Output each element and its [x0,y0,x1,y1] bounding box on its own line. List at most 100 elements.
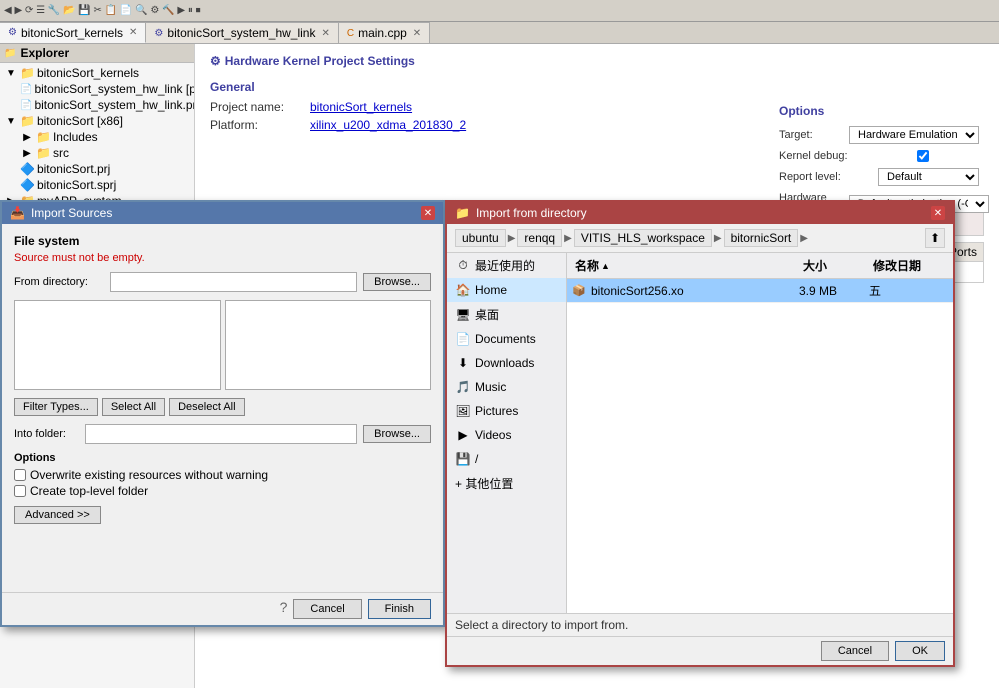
col-size-header[interactable]: 大小 [799,255,869,276]
import-sources-title: Import Sources [31,206,112,220]
project-name-value[interactable]: bitonicSort_kernels [310,100,412,114]
kernel-debug-row: Kernel debug: [779,150,979,162]
col-date-header[interactable]: 修改日期 [869,255,949,276]
browse-button-1[interactable]: Browse... [363,273,431,291]
bookmark-other[interactable]: + 其他位置 [447,471,566,496]
finish-button[interactable]: Finish [368,599,431,619]
breadcrumb-bitornic[interactable]: bitornicSort [724,229,799,247]
tree-bitonicsort-prj[interactable]: 🔷 bitonicSort.prj [0,161,194,177]
bookmark-desktop[interactable]: 🖥 桌面 [447,302,566,327]
import-sources-close-button[interactable]: ✕ [421,206,435,220]
import-dir-cancel-button[interactable]: Cancel [821,641,889,661]
select-all-button[interactable]: Select All [102,398,165,416]
browse-button-2[interactable]: Browse... [363,425,431,443]
file-pane-right[interactable] [225,300,432,390]
expand-icon-src: ▶ [20,148,34,159]
create-toplevel-checkbox[interactable] [14,485,26,497]
report-level-select[interactable]: Default [878,168,979,186]
tab-kernels[interactable]: ⚙ bitonicSort_kernels ✕ [0,22,146,43]
xo-file-icon: 📦 [571,283,587,299]
help-icon[interactable]: ? [280,599,288,619]
tab-hw-link[interactable]: ⚙ bitonicSort_system_hw_link ✕ [146,22,338,43]
music-icon: 🎵 [455,379,471,395]
breadcrumb-arrow-2: ▶ [564,233,572,244]
home-icon: 🏠 [455,282,471,298]
bookmark-downloads-label: Downloads [475,356,534,370]
col-name-header[interactable]: 名称 ▲ [571,255,799,276]
platform-value[interactable]: xilinx_u200_xdma_201830_2 [310,118,466,132]
file-pane-left[interactable] [14,300,221,390]
import-dir-icon: 📁 [455,206,470,220]
report-level-row: Report level: Default [779,168,979,186]
target-select[interactable]: Hardware Emulation [849,126,979,144]
advanced-button[interactable]: Advanced >> [14,506,101,524]
bookmark-videos[interactable]: ▶ Videos [447,423,566,447]
tree-label-bssprj: bitonicSort.sprj [37,178,116,192]
bookmark-root[interactable]: 💾 / [447,447,566,471]
breadcrumb-ubuntu-label: ubuntu [462,231,499,245]
ide-container: ◀ ▶ ⟳ ☰ 🔧 📂 💾 ✂ 📋 📄 🔍 ⚙ 🔨 ▶ ⏸ ⏹ ⚙ bitoni… [0,0,999,688]
into-folder-input[interactable] [85,424,357,444]
import-dir-close-button[interactable]: ✕ [931,206,945,220]
tab-main[interactable]: C main.cpp ✕ [339,22,430,43]
breadcrumb-ubuntu[interactable]: ubuntu [455,229,506,247]
filter-row: Filter Types... Select All Deselect All [14,398,431,416]
bookmark-recent[interactable]: ⏱ 最近使用的 [447,253,566,278]
dir-dialog-footer: Cancel OK [447,636,953,665]
bookmark-home[interactable]: 🏠 Home [447,278,566,302]
tree-hw-link-prj[interactable]: 📄 bitonicSort_system_hw_link.prj [0,97,194,113]
into-folder-row: Into folder: Browse... [14,424,431,444]
tree-hw-link-pl[interactable]: 📄 bitonicSort_system_hw_link [pl] [0,81,194,97]
overwrite-checkbox[interactable] [14,469,26,481]
breadcrumb-bar: ubuntu ▶ renqq ▶ VITIS_HLS_workspace ▶ b… [447,224,953,253]
toolbar: ◀ ▶ ⟳ ☰ 🔧 📂 💾 ✂ 📋 📄 🔍 ⚙ 🔨 ▶ ⏸ ⏹ [0,0,999,22]
tree-label-src: src [53,146,69,160]
tree-bitonicsort-x86[interactable]: ▼ 📁 bitonicSort [x86] [0,113,194,129]
cancel-button[interactable]: Cancel [293,599,361,619]
toolbar-icons: ◀ ▶ ⟳ ☰ 🔧 📂 💾 ✂ 📋 📄 🔍 ⚙ 🔨 ▶ ⏸ ⏹ [4,5,201,16]
tab-main-close[interactable]: ✕ [413,28,421,39]
breadcrumb-renqq[interactable]: renqq [517,229,562,247]
tab-hw-link-icon: ⚙ [154,28,163,39]
filter-types-button[interactable]: Filter Types... [14,398,98,416]
from-dir-label: From directory: [14,276,104,288]
import-sources-icon: 📥 [10,206,25,220]
tab-kernels-close[interactable]: ✕ [129,27,137,38]
tree-includes[interactable]: ▶ 📁 Includes [0,129,194,145]
bookmark-pictures[interactable]: 🖼 Pictures [447,399,566,423]
import-dir-dialog: 📁 Import from directory ✕ ubuntu ▶ renqq… [445,200,955,667]
breadcrumb-workspace[interactable]: VITIS_HLS_workspace [574,229,712,247]
bookmark-downloads[interactable]: ⬇ Downloads [447,351,566,375]
tab-bar: ⚙ bitonicSort_kernels ✕ ⚙ bitonicSort_sy… [0,22,999,44]
downloads-icon: ⬇ [455,355,471,371]
overwrite-row: Overwrite existing resources without war… [14,468,431,482]
import-dir-titlebar: 📁 Import from directory ✕ [447,202,953,224]
tree-bitonicsort-sprj[interactable]: 🔷 bitonicSort.sprj [0,177,194,193]
explorer-icon: 📁 [4,48,16,59]
from-dir-input[interactable] [110,272,357,292]
tab-hw-link-close[interactable]: ✕ [321,28,329,39]
status-text: Select a directory to import from. [455,618,628,632]
folder-icon-x86: 📁 [20,114,35,128]
bookmark-documents[interactable]: 📄 Documents [447,327,566,351]
from-dir-row: From directory: Browse... [14,272,431,292]
tab-kernels-label: bitonicSort_kernels [21,26,123,40]
target-row: Target: Hardware Emulation [779,126,979,144]
folder-icon-kernels: 📁 [20,66,35,80]
create-toplevel-row: Create top-level folder [14,484,431,498]
kernel-debug-checkbox[interactable] [917,150,929,162]
deselect-all-button[interactable]: Deselect All [169,398,244,416]
import-dir-ok-button[interactable]: OK [895,641,945,661]
nav-up-button[interactable]: ⬆ [925,228,945,248]
tree-bitonicsort-kernels[interactable]: ▼ 📁 bitonicSort_kernels [0,65,194,81]
platform-label: Platform: [210,118,310,132]
tree-label-bsprj: bitonicSort.prj [37,162,110,176]
file-browser-header: 名称 ▲ 大小 修改日期 [567,253,953,279]
file-row-xo[interactable]: 📦 bitonicSort256.xo 3.9 MB 五 [567,279,953,303]
expand-icon-includes: ▶ [20,132,34,143]
bookmark-music[interactable]: 🎵 Music [447,375,566,399]
breadcrumb-bitornic-label: bitornicSort [731,231,792,245]
tree-src[interactable]: ▶ 📁 src [0,145,194,161]
tree-label-hwlinkprj: bitonicSort_system_hw_link.prj [34,98,195,112]
kernel-debug-label: Kernel debug: [779,150,909,162]
